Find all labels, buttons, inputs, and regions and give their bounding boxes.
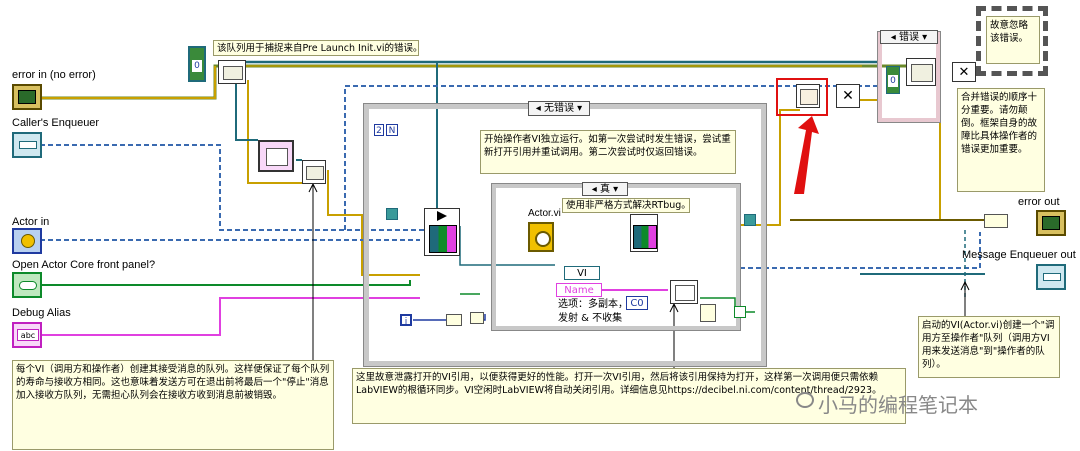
merge-errors-icon	[800, 89, 818, 105]
i-constant[interactable]: i	[400, 314, 412, 327]
flush-queue-node[interactable]	[906, 58, 936, 86]
n-constant[interactable]: N	[386, 124, 398, 136]
clear-errors-node[interactable]: ✕	[836, 84, 860, 108]
actor-vi-node[interactable]	[528, 222, 554, 252]
options-label: 选项：多副本， 发射 & 不收集	[558, 299, 628, 324]
note-queue: 该队列用于捕捉来自Pre Launch Init.vi的错误。	[213, 40, 423, 56]
actor-in-terminal[interactable]	[12, 228, 42, 254]
debug-alias-terminal[interactable]: abc	[12, 322, 42, 348]
gear-icon	[535, 231, 551, 247]
call-by-ref-node[interactable]	[630, 214, 658, 252]
queue-status-node[interactable]	[302, 160, 326, 184]
note-launch: 开始操作者VI独立运行。如第一次尝试时发生错误，尝试重新打开引用并重试调用。第二…	[480, 130, 736, 174]
actor-vi-label: Actor.vi	[528, 208, 561, 219]
connector-pane-icon	[429, 225, 457, 253]
close-x-icon-right: ✕	[958, 65, 970, 80]
bool-wire	[40, 280, 411, 286]
note-merge-order: 合并错误的顺序十分重要。请勿颠倒。框架自身的故障比具体操作者的错误更加重要。	[957, 88, 1045, 192]
queue-node-icon	[223, 66, 243, 80]
error-cluster-out-icon	[1042, 216, 1060, 230]
zero-constant-top: 0	[192, 60, 202, 72]
watermark-text: 小马的编程笔记本	[818, 393, 978, 417]
actor-gear-icon	[21, 234, 35, 248]
error-cluster-icon	[18, 90, 36, 104]
case-selector-error[interactable]: ◂ 错误 ▾	[880, 30, 938, 44]
note-caller-actor: 每个VI（调用方和操作者）创建其接受消息的队列。这样便保证了每个队列的寿命与接收…	[12, 360, 334, 450]
case-label-error: 错误	[899, 32, 919, 43]
label-error-out: error out	[1018, 196, 1060, 208]
obtain-queue-node[interactable]	[218, 60, 246, 84]
queue-out-icon	[1043, 273, 1061, 281]
name-constant[interactable]: Name	[556, 283, 602, 297]
queue-refnum-constant[interactable]: 0	[188, 46, 206, 82]
c0-text: C0	[630, 298, 644, 309]
greater-than-node[interactable]	[446, 314, 462, 326]
label-actor-in: Actor in	[12, 216, 50, 228]
case-label-no-error: 无错误	[544, 103, 574, 114]
error-case-refnum-constant[interactable]: 0	[886, 66, 900, 94]
two-constant[interactable]: 2	[374, 124, 384, 136]
vi-server-reference[interactable]	[258, 140, 294, 172]
note-ignore-error: 故意忽略该错误。	[986, 16, 1040, 64]
error-in-terminal[interactable]	[12, 84, 42, 110]
case-label-true: 真	[600, 184, 610, 195]
open-vi-reference-node[interactable]	[670, 280, 698, 304]
wechat-icon	[796, 392, 814, 408]
label-open-fp: Open Actor Core front panel?	[12, 259, 156, 271]
open-fp-terminal[interactable]	[12, 272, 42, 298]
vi-text: VI	[577, 268, 587, 279]
note-rtbug: 使用非严格方式解决RTbug。	[562, 198, 691, 213]
label-error-in: error in (no error)	[12, 69, 96, 81]
loop-shift-register-right	[744, 214, 756, 226]
red-highlight-arrow	[794, 116, 819, 194]
label-debug-alias: Debug Alias	[12, 307, 71, 319]
boolean-icon	[19, 281, 37, 290]
error-out-terminal[interactable]	[1036, 210, 1066, 236]
label-callers-enqueuer: Caller's Enqueuer	[12, 117, 100, 129]
select-node[interactable]	[700, 304, 716, 322]
merge-out-node[interactable]	[984, 214, 1008, 228]
play-icon	[437, 211, 447, 221]
enqueuer-wire-right	[740, 232, 981, 269]
start-async-call-node[interactable]	[424, 208, 460, 256]
case-selector-true[interactable]: ◂ 真 ▾	[582, 182, 628, 196]
queue-icon	[19, 141, 37, 149]
queue-status-icon	[306, 166, 324, 180]
connector-pane-icon-2	[633, 225, 657, 249]
clear-error-node-right[interactable]: ✕	[952, 62, 976, 82]
vi-refnum-constant[interactable]: VI	[564, 266, 600, 280]
string-abc-icon: abc	[17, 329, 39, 341]
loop-shift-register-left	[386, 208, 398, 220]
zero-constant-right: 0	[888, 75, 898, 87]
increment-node[interactable]	[470, 312, 484, 324]
case-selector-no-error[interactable]: ◂ 无错误 ▾	[528, 101, 590, 116]
close-x-icon: ✕	[842, 88, 854, 104]
label-message-enqueuer-out: Message Enqueuer out	[962, 249, 1076, 261]
open-vi-icon	[675, 285, 695, 301]
callers-enqueuer-terminal[interactable]	[12, 132, 42, 158]
message-enqueuer-out-terminal[interactable]	[1036, 264, 1066, 290]
vi-window-icon	[266, 148, 288, 166]
error-wire-merge	[860, 99, 881, 120]
string-wire	[40, 297, 420, 336]
note-actor-vi: 启动的VI(Actor.vi)创建一个"调用方至操作者"队列（调用方VI用来发送…	[918, 316, 1060, 378]
merge-errors-node[interactable]	[796, 84, 820, 108]
c0-constant[interactable]: C0	[626, 296, 648, 310]
flush-queue-icon	[911, 64, 933, 82]
stop-condition-icon[interactable]	[734, 306, 746, 318]
name-text: Name	[564, 285, 594, 296]
